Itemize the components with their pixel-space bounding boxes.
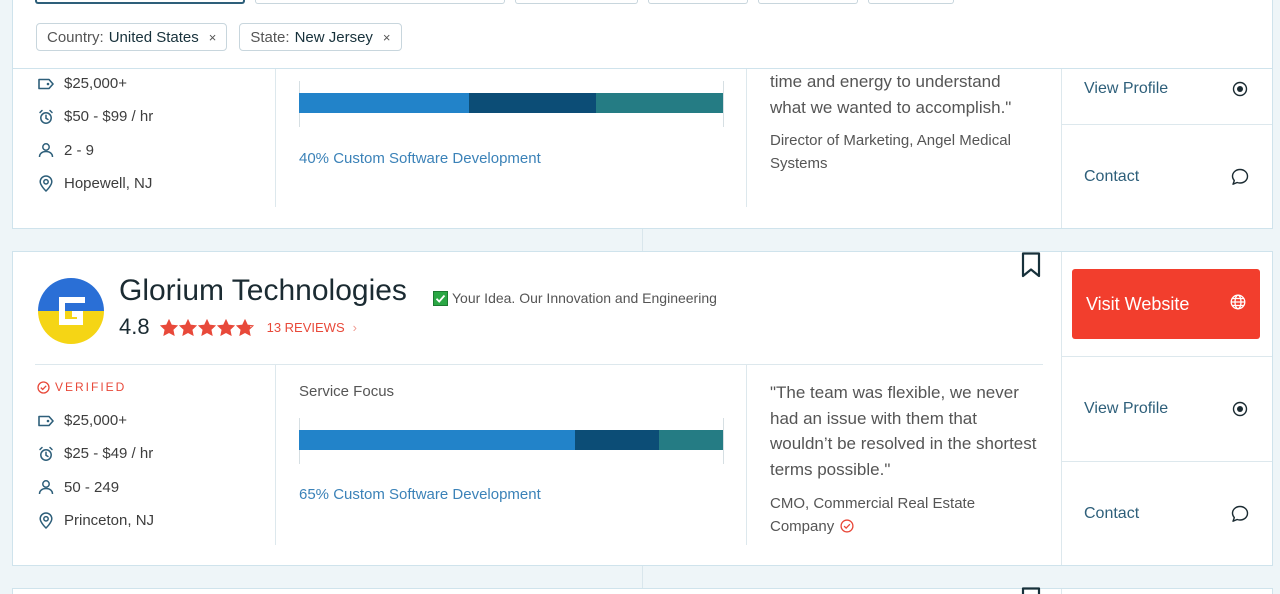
user-icon xyxy=(37,141,55,159)
column-divider xyxy=(275,69,276,207)
reviews-link[interactable]: 13 REVIEWS › xyxy=(267,320,357,335)
rating-value: 4.8 xyxy=(119,314,150,339)
filter-chip-key: State: xyxy=(250,28,290,46)
hourly-rate: $50 - $99 / hr xyxy=(37,100,153,133)
divider xyxy=(642,229,643,251)
review-quote: "The team was flexible, we never had an … xyxy=(770,383,1037,479)
min-project-size: $25,000+ xyxy=(37,67,153,100)
service-focus-segment xyxy=(659,430,723,450)
company-info-list: $25,000+ $25 - $49 / hr 50 - 249 Princet… xyxy=(37,404,154,537)
star-icon xyxy=(178,318,197,336)
filter-chip-value: United States xyxy=(108,28,199,46)
service-focus-bar xyxy=(299,93,723,113)
service-focus-segment xyxy=(595,93,723,113)
target-icon xyxy=(1230,399,1250,419)
company-card: Glorium Technologies Your Idea. Our Inno… xyxy=(12,251,1273,566)
location: Hopewell, NJ xyxy=(37,167,153,200)
filter-chip-key: Country: xyxy=(47,28,104,46)
employees: 2 - 9 xyxy=(37,134,153,167)
bookmark-icon[interactable] xyxy=(1021,587,1041,594)
filter-dropdown[interactable] xyxy=(648,0,748,4)
filter-dropdown[interactable] xyxy=(35,0,245,4)
chevron-right-icon: › xyxy=(352,319,357,335)
filter-chip-country[interactable]: Country: United States × xyxy=(36,23,228,51)
service-focus-label: 40% Custom Software Development xyxy=(299,150,541,167)
star-rating xyxy=(159,318,254,336)
view-profile-button[interactable]: View Profile xyxy=(1062,356,1272,461)
column-divider xyxy=(746,69,747,207)
company-logo xyxy=(38,278,104,344)
location: Princeton, NJ xyxy=(37,504,154,537)
company-info-list: $25,000+ $50 - $99 / hr 2 - 9 Hopewell, … xyxy=(37,67,153,200)
star-icon xyxy=(216,318,235,336)
check-circle-icon xyxy=(37,380,50,394)
check-icon xyxy=(433,290,448,306)
page: Country: United States × State: New Jers… xyxy=(0,0,1280,594)
contact-button[interactable]: Contact xyxy=(1062,124,1272,228)
employees: 50 - 249 xyxy=(37,471,154,504)
remove-filter-icon[interactable]: × xyxy=(209,30,217,45)
verified-badge: VERIFIED xyxy=(37,380,126,394)
filter-chip-value: New Jersey xyxy=(294,28,373,46)
service-focus-segment xyxy=(299,93,469,113)
bar-tick xyxy=(723,418,724,464)
star-icon xyxy=(159,318,178,336)
header-divider xyxy=(35,364,1043,365)
review-quote: time and energy to understand what we wa… xyxy=(770,72,1012,117)
remove-filter-icon[interactable]: × xyxy=(383,30,391,45)
actions-column xyxy=(1061,589,1272,594)
target-icon xyxy=(1230,79,1250,99)
bookmark-icon[interactable] xyxy=(1021,252,1041,278)
actions-column: View Profile Contact xyxy=(1061,69,1272,228)
actions-column: Visit Website View Profile Contact xyxy=(1061,252,1272,565)
company-card: $25,000+ $50 - $99 / hr 2 - 9 Hopewell, … xyxy=(12,69,1273,229)
chat-bubble-icon xyxy=(1230,504,1250,524)
bar-tick xyxy=(723,81,724,127)
check-circle-icon xyxy=(840,518,854,533)
user-icon xyxy=(37,478,55,496)
filter-dropdown[interactable] xyxy=(255,0,505,4)
company-card xyxy=(12,587,1273,594)
service-focus-segment xyxy=(574,430,660,450)
location-pin-icon xyxy=(37,175,55,193)
service-focus-segment xyxy=(468,93,596,113)
column-divider xyxy=(275,365,276,545)
filter-dropdown[interactable] xyxy=(515,0,638,4)
alarm-clock-icon xyxy=(37,445,55,463)
visit-website-button[interactable]: Visit Website xyxy=(1072,269,1260,339)
service-focus-label: 65% Custom Software Development xyxy=(299,486,541,503)
location-pin-icon xyxy=(37,512,55,530)
filter-chip-state[interactable]: State: New Jersey × xyxy=(239,23,402,51)
service-focus-title: Service Focus xyxy=(299,383,395,400)
filter-dropdowns xyxy=(35,0,954,4)
tag-icon xyxy=(37,412,55,430)
company-tagline: Your Idea. Our Innovation and Engineerin… xyxy=(433,290,717,306)
star-icon xyxy=(197,318,216,336)
alarm-clock-icon xyxy=(37,108,55,126)
view-profile-button[interactable]: View Profile xyxy=(1062,53,1272,124)
globe-icon xyxy=(1230,294,1246,315)
tag-icon xyxy=(37,75,55,93)
service-focus-segment xyxy=(299,430,575,450)
contact-button[interactable]: Contact xyxy=(1062,461,1272,565)
filter-dropdown[interactable] xyxy=(758,0,858,4)
chat-bubble-icon xyxy=(1230,167,1250,187)
service-focus-bar xyxy=(299,430,723,450)
column-divider xyxy=(746,365,747,545)
reviewer-title: CMO, Commercial Real Estate Company xyxy=(770,495,976,535)
hourly-rate: $25 - $49 / hr xyxy=(37,437,154,470)
company-name[interactable]: Glorium Technologies xyxy=(119,274,407,308)
reviewer-title: Director of Marketing, Angel Medical Sys… xyxy=(770,132,1011,172)
filter-dropdown[interactable] xyxy=(868,0,954,4)
active-filters: Country: United States × State: New Jers… xyxy=(36,23,402,51)
star-icon xyxy=(235,318,254,336)
rating-row: 4.8 13 REVIEWS › xyxy=(119,314,357,340)
divider xyxy=(642,566,643,588)
min-project-size: $25,000+ xyxy=(37,404,154,437)
